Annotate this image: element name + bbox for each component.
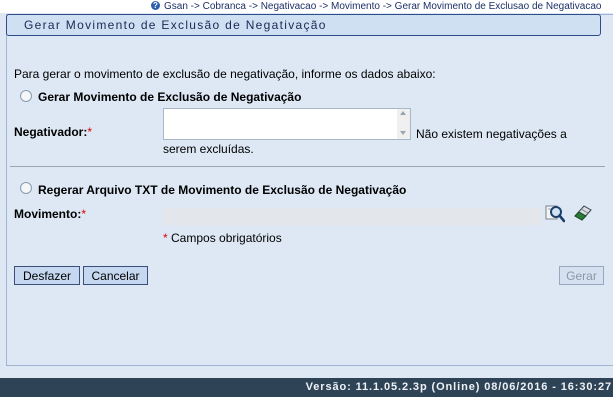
- page-title: Gerar Movimento de Exclusão de Negativaç…: [24, 18, 327, 32]
- desfazer-button[interactable]: Desfazer: [14, 266, 80, 285]
- cancelar-button[interactable]: Cancelar: [83, 266, 148, 285]
- list-scrollbar[interactable]: [397, 109, 410, 139]
- option-regerar-label[interactable]: Regerar Arquivo TXT de Movimento de Excl…: [38, 183, 406, 197]
- scroll-up-icon[interactable]: [400, 111, 406, 115]
- required-mark: *: [87, 125, 93, 139]
- radio-gerar[interactable]: [20, 90, 32, 102]
- gerar-button[interactable]: Gerar: [559, 266, 604, 285]
- breadcrumb: Gsan -> Cobranca -> Negativacao -> Movim…: [164, 1, 602, 12]
- breadcrumb-bar: ? Gsan -> Cobranca -> Negativacao -> Mov…: [0, 0, 613, 13]
- page-title-bar: Gerar Movimento de Exclusão de Negativaç…: [6, 14, 601, 36]
- required-note-text: Campos obrigatórios: [171, 231, 282, 245]
- scroll-down-icon[interactable]: [400, 131, 406, 135]
- divider: [10, 166, 605, 167]
- search-icon[interactable]: [545, 203, 565, 223]
- movimento-label-text: Movimento:: [14, 207, 82, 221]
- movimento-label: Movimento:*: [14, 207, 86, 221]
- movimento-field[interactable]: [163, 208, 541, 225]
- negativador-label: Negativador:*: [14, 125, 92, 139]
- help-icon[interactable]: ?: [151, 1, 160, 10]
- negativador-label-text: Negativador:: [14, 125, 88, 139]
- negativador-list[interactable]: [163, 108, 411, 140]
- option-gerar-label[interactable]: Gerar Movimento de Exclusão de Negativaç…: [38, 90, 301, 104]
- intro-text: Para gerar o movimento de exclusão de ne…: [14, 67, 436, 81]
- no-negativacoes-message-line1: Não existem negativações a: [416, 127, 567, 141]
- version-text: Versão: 11.1.05.2.3p (Online) 08/06/2016…: [305, 381, 612, 393]
- no-negativacoes-message-line2: serem excluídas.: [163, 142, 254, 156]
- required-mark: *: [81, 207, 87, 221]
- required-note: * Campos obrigatórios: [163, 231, 282, 245]
- eraser-icon[interactable]: [573, 202, 593, 222]
- required-mark: *: [163, 231, 168, 245]
- radio-regerar[interactable]: [20, 182, 32, 194]
- footer-bar: Versão: 11.1.05.2.3p (Online) 08/06/2016…: [0, 378, 613, 397]
